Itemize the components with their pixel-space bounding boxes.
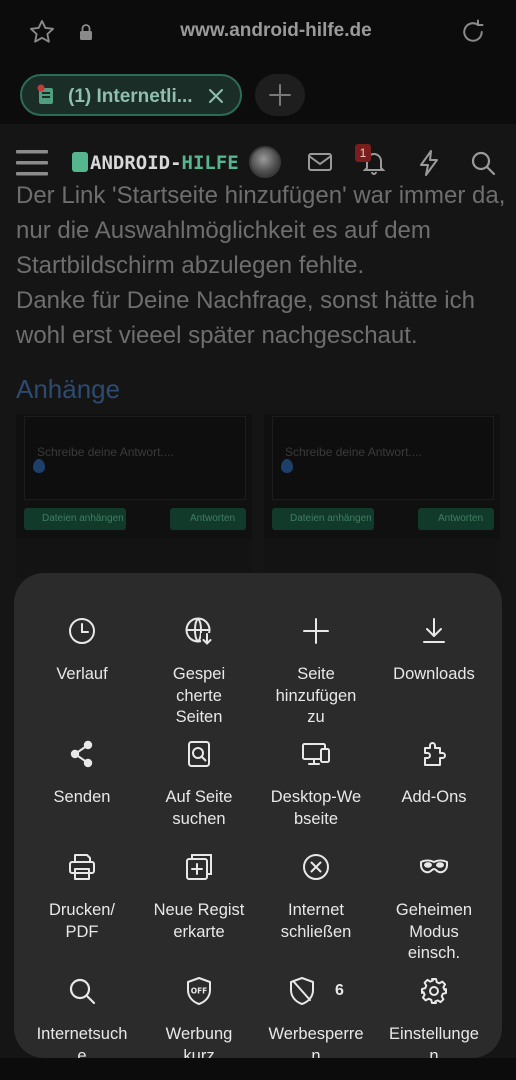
menu-label: Drucken/PDF xyxy=(48,901,116,941)
post-line: wohl erst vieeel später nachgeschaut. xyxy=(16,322,418,349)
desktop-icon xyxy=(302,743,330,765)
thumb-editor: Schreibe deine Antwort.... xyxy=(272,416,494,500)
find-page-icon xyxy=(188,741,210,767)
menu-label: Internetsuch e xyxy=(36,1025,128,1058)
bookmark-star-icon[interactable] xyxy=(28,18,56,46)
menu-label: Geheimen Modus einsch. xyxy=(395,901,473,962)
attachment-thumbnail[interactable]: Schreibe deine Antwort.... Dateien anhän… xyxy=(16,414,252,578)
hamburger-menu-icon[interactable] xyxy=(16,150,48,176)
attachment-thumbnail[interactable]: Schreibe deine Antwort.... Dateien anhän… xyxy=(264,414,500,578)
clock-icon xyxy=(69,618,95,644)
menu-label: Gespei cherte Seiten xyxy=(172,665,226,726)
close-circle-icon xyxy=(303,854,329,880)
search-icon xyxy=(69,978,96,1005)
menu-label: Neue Regist erkarte xyxy=(153,901,245,941)
post-line: nur die Auswahlmöglichkeit es auf dem xyxy=(16,217,431,244)
logo-text-b: HILFE xyxy=(181,152,239,174)
globe-download-icon xyxy=(185,617,213,645)
tab-chip[interactable]: (1) Internetli... xyxy=(20,74,242,116)
browser-url-bar: www.android-hilfe.de xyxy=(0,0,516,66)
share-icon xyxy=(70,740,93,768)
post-text: Der Link 'Startseite hinzufügen' war imm… xyxy=(16,182,516,353)
mask-icon xyxy=(420,859,448,874)
thumb-attach-button: Dateien anhängen xyxy=(24,508,126,530)
menu-label: Werbesperre n xyxy=(268,1025,364,1058)
logo-text-a: ANDROID- xyxy=(90,152,182,174)
notification-badge: 1 xyxy=(355,144,371,162)
menu-label: Internet schließen xyxy=(280,901,352,941)
menu-label: Einstellunge n xyxy=(389,1025,479,1058)
menu-label: Werbung kurz xyxy=(165,1025,233,1058)
thumb-reply-button: Antworten xyxy=(418,508,494,530)
thumb-attach-button: Dateien anhängen xyxy=(272,508,374,530)
site-logo[interactable]: ANDROID-HILFE xyxy=(72,152,239,174)
thumb-editor: Schreibe deine Antwort.... xyxy=(24,416,246,500)
url-text[interactable]: www.android-hilfe.de xyxy=(140,20,412,42)
svg-text:OFF: OFF xyxy=(191,987,208,996)
ad-off-icon: OFF xyxy=(187,977,211,1005)
attachments-heading[interactable]: Anhänge xyxy=(16,374,120,405)
menu-label: Seite hinzufügen zu xyxy=(275,665,357,726)
post-line: Der Link 'Startseite hinzufügen' war imm… xyxy=(16,182,506,209)
thumb-placeholder: Schreibe deine Antwort.... xyxy=(285,445,422,459)
new-tab-button[interactable] xyxy=(255,74,305,116)
thumb-placeholder: Schreibe deine Antwort.... xyxy=(37,445,174,459)
reload-icon[interactable] xyxy=(458,17,488,47)
download-icon xyxy=(423,618,445,643)
system-nav-bar xyxy=(0,1058,516,1080)
menu-label: Verlauf xyxy=(56,665,108,683)
avatar[interactable] xyxy=(249,146,281,178)
menu-label: Add-Ons xyxy=(401,788,467,806)
post-line: Startbildschirm abzulegen fehlte. xyxy=(16,252,365,279)
menu-label: Desktop-We bseite xyxy=(270,788,362,828)
close-tab-icon[interactable] xyxy=(206,86,226,106)
plus-icon xyxy=(303,618,329,644)
menu-label: Downloads xyxy=(393,665,475,683)
browser-menu-sheet: Verlauf Gespei cherte Seiten Seite hinzufüg… xyxy=(14,573,502,1058)
post-line: Danke für Deine Nachfrage, sonst hätte i… xyxy=(16,287,475,314)
mail-icon[interactable] xyxy=(307,150,333,174)
drop-icon xyxy=(281,459,293,473)
favicon-icon xyxy=(37,84,53,104)
ad-blocker-count: 6 xyxy=(335,982,344,999)
new-tab-icon xyxy=(186,854,212,880)
menu-label: Auf Seite suchen xyxy=(165,788,233,828)
lightning-icon[interactable] xyxy=(418,150,440,176)
puzzle-icon xyxy=(424,742,446,766)
tab-title: (1) Internetli... xyxy=(68,86,193,107)
logo-icon xyxy=(72,152,88,172)
shield-icon xyxy=(290,977,314,1005)
search-icon[interactable] xyxy=(470,150,496,176)
menu-label: Senden xyxy=(53,788,111,806)
thumb-lower xyxy=(264,538,500,578)
printer-icon xyxy=(69,854,95,880)
thumb-reply-button: Antworten xyxy=(170,508,246,530)
drop-icon xyxy=(33,459,45,473)
lock-icon xyxy=(80,24,92,40)
plus-icon xyxy=(269,84,291,106)
thumb-lower xyxy=(16,538,252,578)
gear-icon xyxy=(421,978,447,1004)
